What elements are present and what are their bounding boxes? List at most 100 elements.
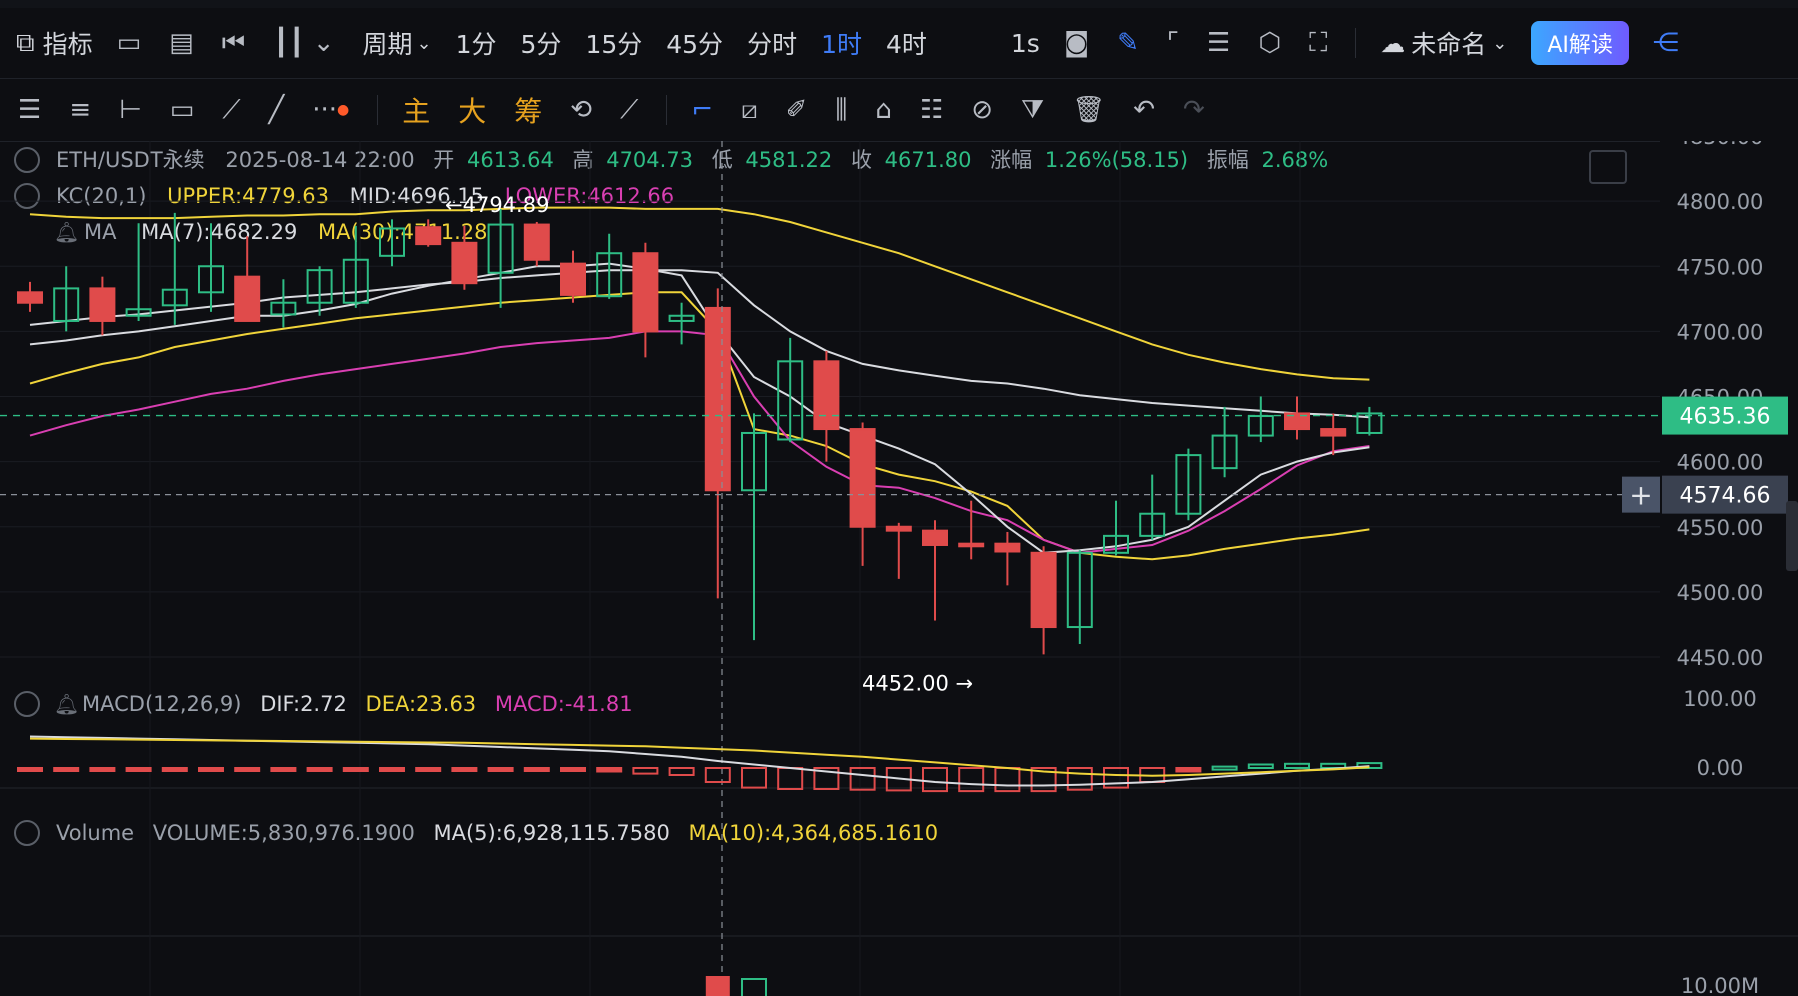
candle-body bbox=[523, 223, 550, 261]
rewind-icon[interactable]: ⏮ bbox=[222, 28, 245, 59]
lock-icon[interactable]: ⌂ bbox=[875, 95, 892, 125]
magnet-icon[interactable]: ⌐ bbox=[691, 95, 713, 125]
price-tick-label: 4700.00 bbox=[1677, 320, 1764, 344]
rectangle-icon[interactable]: ▭ bbox=[170, 95, 195, 125]
period-5m[interactable]: 5分 bbox=[521, 25, 562, 61]
more-icon[interactable]: ··· ● bbox=[312, 95, 349, 125]
macd-histogram-bar bbox=[451, 767, 478, 772]
svg-text:KC(20,1) UPPER:4779.63: KC(20,1) UPPER:4779.63 MID:4696.15 LOWER… bbox=[56, 184, 674, 208]
chevron-down-icon: ⌄ bbox=[1492, 32, 1508, 54]
redo-icon[interactable]: ↷ bbox=[1183, 95, 1205, 125]
macd-histogram-bar bbox=[342, 767, 369, 772]
drawing-toolbar: ☰ ≡ ⊢ ▭ ⟋ ╱ ··· ● 主 大 筹 ⟲ ⟋ ⌐ ⧄ ✐ ⫼ ⌂ ☷ ⊘… bbox=[0, 79, 1798, 142]
macd-histogram-bar bbox=[125, 767, 152, 772]
macd-histogram-bar bbox=[1066, 767, 1093, 791]
macd-histogram-bar bbox=[1211, 765, 1238, 771]
macd-dif-line bbox=[29, 735, 1370, 787]
macd-histogram-bar bbox=[1175, 767, 1202, 773]
price-tick-label: 4600.00 bbox=[1677, 451, 1764, 475]
volume-tick-label: 10.00M bbox=[1681, 974, 1759, 996]
settings-icon[interactable]: ⬡ bbox=[1258, 28, 1281, 58]
svg-text:ETH/USDT永续 2025-08-14 22: ETH/USDT永续 2025-08-14 22:00 开 4613.64 高 … bbox=[56, 148, 1328, 172]
low-value: 4581.22 bbox=[745, 148, 832, 172]
main-chart-button[interactable]: 主 bbox=[402, 90, 430, 130]
layout-icon[interactable]: ▤ bbox=[169, 28, 194, 58]
svg-text:MACD(12,26,9) DIF:2.72: MACD(12,26,9) DIF:2.72 DEA:23.63 MACD:-4… bbox=[82, 692, 633, 716]
large-order-button[interactable]: 大 bbox=[458, 90, 486, 130]
bell-icon[interactable]: 🔔︎ bbox=[54, 220, 79, 244]
edit-icon[interactable]: ✐ bbox=[786, 95, 808, 125]
multi-line-icon[interactable]: ☰ bbox=[18, 95, 41, 125]
macd-histogram-bar bbox=[849, 767, 876, 791]
open-value: 4613.64 bbox=[467, 148, 554, 172]
ai-interpret-button[interactable]: AI解读 bbox=[1531, 21, 1629, 65]
macd-name: MACD(12,26,9) bbox=[82, 692, 242, 716]
trash-icon[interactable]: 🗑 bbox=[1072, 95, 1105, 125]
camera-icon[interactable]: ◙ bbox=[1064, 28, 1089, 58]
macd-dea: DEA:23.63 bbox=[366, 692, 477, 716]
segment-icon[interactable]: ⟋ bbox=[222, 95, 240, 126]
period-dropdown[interactable]: 周期 ⌄ bbox=[363, 25, 432, 61]
collapse-icon[interactable] bbox=[14, 820, 40, 846]
fullscreen-icon[interactable]: ⛶ bbox=[1309, 28, 1327, 59]
kc-mid-line bbox=[29, 269, 1370, 419]
layout-name-dropdown[interactable]: ☁ 未命名 ⌄ bbox=[1380, 25, 1507, 61]
price-chart[interactable]: ETH/USDT永续 2025-08-14 22:00 开 4613.64 高 … bbox=[0, 141, 1798, 996]
macd-histogram-bar bbox=[668, 767, 695, 776]
macd-histogram-bar bbox=[487, 767, 514, 772]
frame-add-icon[interactable]: ⌜ bbox=[1167, 28, 1179, 58]
high-marker-label: ←4794.89 bbox=[445, 193, 549, 217]
calendar-icon[interactable]: ▭ bbox=[117, 28, 142, 58]
list-icon[interactable]: ☰ bbox=[1207, 28, 1230, 58]
candle-body bbox=[89, 287, 116, 322]
cursor-price-tag: 4574.66 bbox=[1680, 484, 1771, 509]
period-4h[interactable]: 4时 bbox=[886, 25, 927, 61]
undo-icon[interactable]: ↶ bbox=[1133, 95, 1155, 125]
macd-histogram-bar bbox=[234, 767, 261, 772]
sync-icon[interactable]: ⟲ bbox=[570, 95, 592, 125]
collapse-icon[interactable] bbox=[14, 147, 40, 173]
price-tick-label: 4850.00 bbox=[1677, 141, 1764, 149]
expand-icon[interactable] bbox=[1589, 150, 1627, 184]
period-15m[interactable]: 15分 bbox=[585, 25, 642, 61]
macd-histogram-bar bbox=[741, 767, 767, 789]
period-45m[interactable]: 45分 bbox=[666, 25, 723, 61]
volume-panel: 10.00M bbox=[705, 974, 1759, 996]
indicator-label: 指标 bbox=[42, 30, 93, 59]
ma30-value: MA(30):4711.28 bbox=[318, 220, 488, 244]
kc-info-line: KC(20,1) UPPER:4779.63 MID:4696.15 LOWER… bbox=[14, 183, 674, 209]
candle-type-icon[interactable]: ┃┃ ⌄ bbox=[273, 28, 334, 58]
period-1h[interactable]: 1时 bbox=[821, 25, 862, 61]
period-1m[interactable]: 1分 bbox=[456, 25, 497, 61]
macd-histogram-bar bbox=[777, 767, 804, 790]
grid-lines bbox=[0, 141, 1660, 996]
collapse-icon[interactable] bbox=[14, 183, 40, 209]
plus-icon: + bbox=[1629, 479, 1652, 512]
indicator-button[interactable]: ⧉ 指标 bbox=[16, 25, 93, 61]
trend-line-icon[interactable]: ╱ bbox=[269, 95, 285, 125]
interval-1s[interactable]: 1s bbox=[1011, 29, 1040, 58]
share-icon[interactable]: ⋲ bbox=[1653, 28, 1679, 58]
chip-distribution-button[interactable]: 筹 bbox=[514, 90, 542, 130]
horizontal-ray-icon[interactable]: ⊢ bbox=[119, 95, 142, 125]
candle-body bbox=[415, 226, 442, 246]
ma7-line bbox=[29, 262, 1370, 554]
bell-icon[interactable]: 🔔︎ bbox=[54, 692, 79, 716]
volume-ma10: MA(10):4,364,685.1610 bbox=[689, 821, 939, 845]
amp-value: 2.68% bbox=[1261, 148, 1328, 172]
note-icon[interactable]: ☷ bbox=[920, 95, 943, 125]
symbol-name: ETH/USDT永续 bbox=[56, 148, 205, 172]
candle-body bbox=[994, 542, 1021, 553]
link-icon[interactable]: ⊘ bbox=[971, 95, 993, 125]
indicator-lines bbox=[29, 206, 1370, 561]
filter-icon[interactable]: ⧩ bbox=[1021, 95, 1044, 126]
compare-icon[interactable]: ⫼ bbox=[835, 95, 847, 126]
period-timeshare[interactable]: 分时 bbox=[747, 25, 797, 61]
horizontal-lines-icon[interactable]: ≡ bbox=[69, 95, 91, 125]
measure-icon[interactable]: ⟋ bbox=[620, 95, 638, 126]
price-tick-label: 4800.00 bbox=[1677, 190, 1764, 214]
collapse-icon[interactable] bbox=[14, 691, 40, 717]
pen-icon[interactable]: ✎ bbox=[1117, 28, 1139, 58]
ruler-icon[interactable]: ⧄ bbox=[741, 95, 758, 126]
candle-body bbox=[704, 306, 731, 492]
